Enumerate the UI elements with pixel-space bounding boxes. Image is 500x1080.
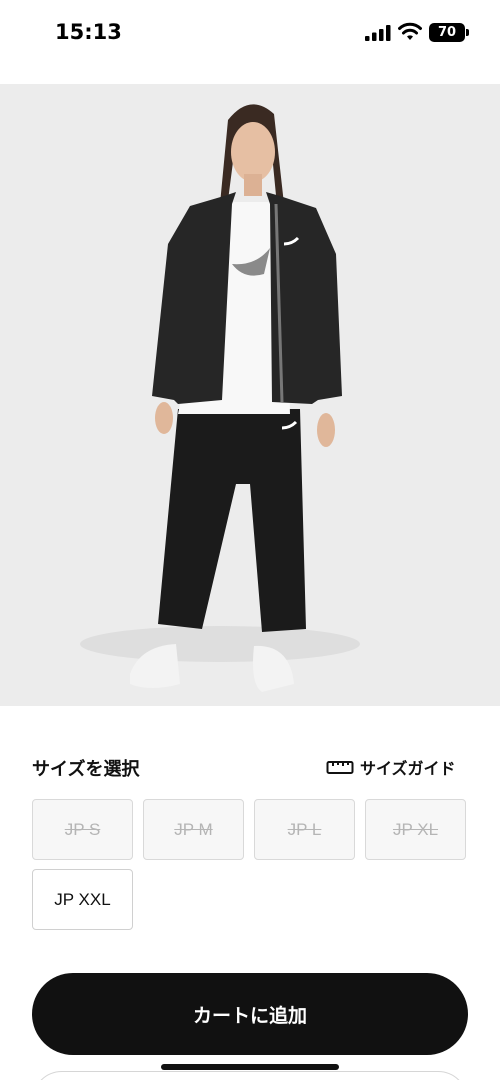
size-option-jp-l[interactable]: JP L xyxy=(254,799,355,860)
size-guide-link[interactable]: サイズガイド xyxy=(326,755,456,779)
size-option-jp-s[interactable]: JP S xyxy=(32,799,133,860)
battery-nub xyxy=(466,29,469,36)
battery-icon: 70 xyxy=(429,23,465,42)
size-guide-label: サイズガイド xyxy=(360,759,456,778)
model-photo xyxy=(80,104,360,692)
home-indicator xyxy=(161,1064,339,1070)
status-time: 15:13 xyxy=(55,20,122,44)
size-option-jp-xxl[interactable]: JP XXL xyxy=(32,869,133,930)
status-bar: 15:13 70 xyxy=(0,0,500,70)
product-image[interactable] xyxy=(0,84,500,706)
secondary-button[interactable] xyxy=(32,1071,468,1080)
wifi-icon xyxy=(398,22,422,40)
signal-icon xyxy=(365,25,391,41)
battery-level: 70 xyxy=(437,25,457,40)
size-section-title: サイズを選択 xyxy=(32,759,140,780)
size-option-jp-m[interactable]: JP M xyxy=(143,799,244,860)
ruler-icon xyxy=(326,761,354,774)
size-option-jp-xl[interactable]: JP XL xyxy=(365,799,466,860)
add-to-cart-button[interactable]: カートに追加 xyxy=(32,973,468,1055)
